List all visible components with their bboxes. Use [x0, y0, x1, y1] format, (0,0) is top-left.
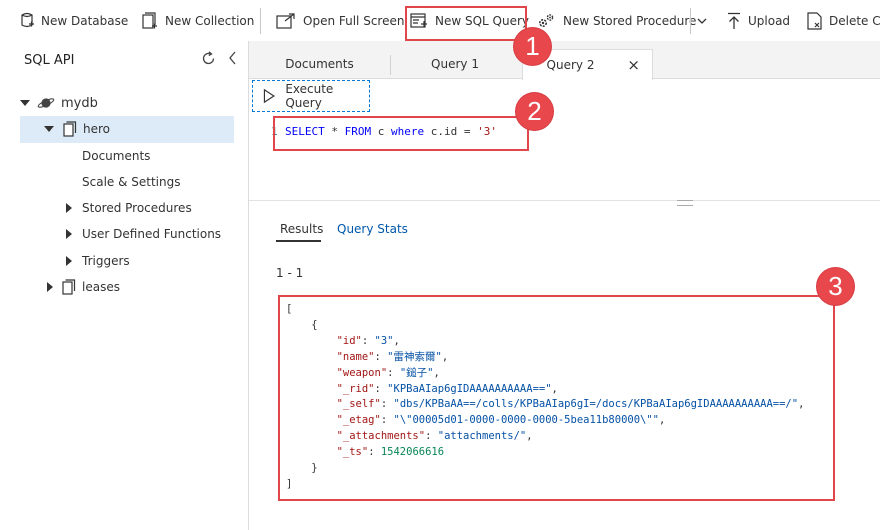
close-tab-icon[interactable]: ×	[627, 56, 640, 74]
chevron-down-icon	[697, 18, 707, 24]
new-stored-procedure-button[interactable]: New Stored Procedure	[537, 0, 696, 41]
open-full-screen-button[interactable]: Open Full Screen	[276, 0, 404, 41]
new-database-label: New Database	[41, 13, 129, 28]
toolbar-divider	[690, 8, 691, 34]
tree-item-label: Documents	[82, 149, 151, 163]
tab-query-stats[interactable]: Query Stats	[337, 222, 408, 236]
pane-splitter[interactable]	[249, 200, 880, 206]
splitter-grip-icon[interactable]	[677, 200, 693, 206]
callout-badge-3: 3	[817, 268, 854, 305]
toolbar-divider	[260, 8, 261, 34]
new-database-button[interactable]: New Database	[20, 0, 128, 41]
tree-item-label: leases	[82, 280, 120, 294]
caret-right-icon[interactable]	[66, 229, 72, 239]
collection-icon	[63, 121, 77, 137]
tree-item-triggers[interactable]: Triggers	[66, 249, 130, 273]
upload-icon	[728, 12, 740, 29]
new-collection-label: New Collection	[165, 13, 255, 28]
new-stored-procedure-label: New Stored Procedure	[563, 13, 697, 28]
callout-badge-2: 2	[516, 93, 553, 130]
tab-documents[interactable]: Documents	[249, 49, 390, 78]
tree-item-scale-settings[interactable]: Scale & Settings	[82, 170, 181, 194]
upload-label: Upload	[748, 13, 791, 28]
collection-name: hero	[83, 122, 110, 136]
caret-right-icon[interactable]	[66, 203, 72, 213]
new-collection-button[interactable]: New Collection	[141, 0, 254, 41]
execute-query-button[interactable]: Execute Query	[252, 80, 370, 112]
tree-item-user-defined-functions[interactable]: User Defined Functions	[66, 222, 221, 246]
delete-label: Delete Co	[829, 13, 880, 28]
tree-item-label: User Defined Functions	[82, 227, 222, 241]
collection-icon	[62, 279, 76, 295]
caret-down-icon[interactable]	[20, 100, 30, 106]
database-name: mydb	[61, 95, 98, 111]
callout-box-query	[273, 116, 529, 151]
tree-item-stored-procedures[interactable]: Stored Procedures	[66, 196, 192, 220]
resource-tree-panel: SQL API mydb hero Documents Scale & Sett…	[0, 41, 249, 530]
caret-right-icon[interactable]	[47, 282, 53, 292]
delete-button[interactable]: Delete Co	[807, 0, 880, 41]
tree-item-label: Triggers	[82, 254, 130, 268]
tab-query-1[interactable]: Query 1	[391, 49, 519, 78]
caret-right-icon[interactable]	[66, 256, 72, 266]
upload-button[interactable]: Upload	[727, 0, 790, 41]
gears-icon	[538, 13, 554, 27]
tab-strip: Documents Query 1 Query 2 ×	[249, 41, 880, 80]
tab-label: Query 2	[546, 58, 595, 72]
callout-box-results	[278, 295, 835, 501]
caret-down-icon[interactable]	[44, 126, 54, 132]
active-tab-indicator	[276, 240, 321, 242]
open-full-screen-label: Open Full Screen	[303, 13, 405, 28]
execute-query-label: Execute Query	[285, 82, 334, 110]
panel-title: SQL API	[24, 53, 75, 68]
collapse-panel-icon[interactable]	[228, 51, 237, 65]
tree-item-collection[interactable]: hero	[44, 117, 110, 141]
callout-badge-1: 1	[514, 28, 551, 65]
play-icon	[263, 88, 275, 104]
tab-label: Query 1	[431, 56, 479, 71]
delete-document-icon	[807, 11, 822, 30]
refresh-icon[interactable]	[201, 51, 216, 66]
open-external-icon	[276, 12, 295, 29]
tab-label: Documents	[285, 56, 354, 71]
result-range: 1 - 1	[276, 266, 304, 280]
database-planet-icon	[37, 98, 55, 108]
more-new-dropdown[interactable]	[697, 0, 707, 41]
callout-box-new-sql-query	[405, 6, 527, 41]
database-icon	[21, 12, 34, 27]
tree-item-collection-leases[interactable]: leases	[47, 275, 120, 299]
tree-item-label: Stored Procedures	[82, 201, 192, 215]
tree-item-documents[interactable]: Documents	[82, 144, 150, 168]
collection-icon	[142, 11, 157, 29]
tree-item-label: Scale & Settings	[82, 175, 181, 189]
tab-results[interactable]: Results	[280, 222, 323, 236]
tree-item-database[interactable]: mydb	[20, 91, 98, 115]
